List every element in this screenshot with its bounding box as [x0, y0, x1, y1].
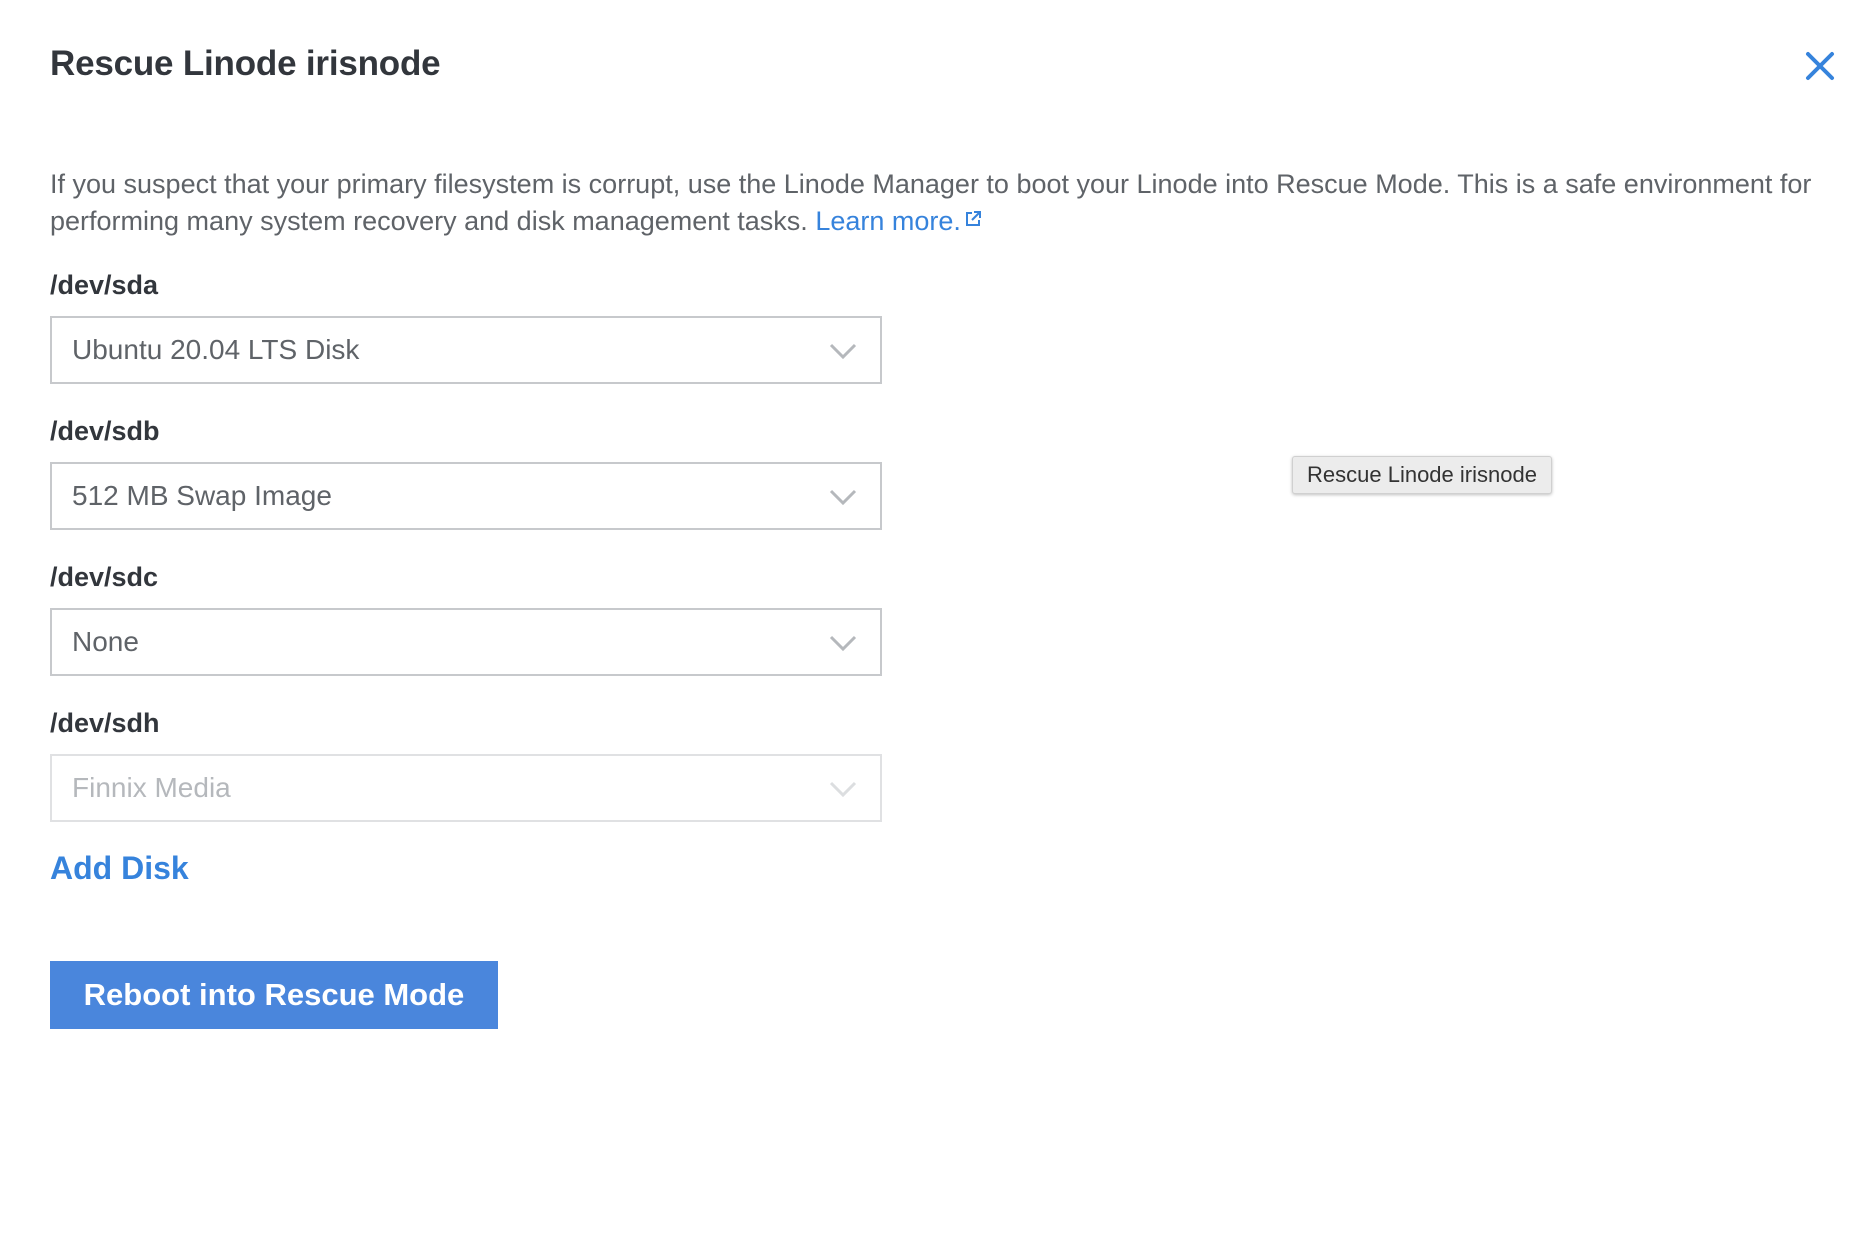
device-select-sdh: Finnix Media: [50, 754, 882, 822]
select-value: Finnix Media: [72, 772, 231, 803]
chevron-down-icon: [829, 781, 857, 798]
close-button[interactable]: [1800, 46, 1840, 86]
device-select-sdb[interactable]: 512 MB Swap Image: [50, 462, 882, 530]
add-disk-button[interactable]: Add Disk: [50, 850, 189, 887]
device-label-sda: /dev/sda: [50, 270, 159, 300]
learn-more-label: Learn more.: [815, 206, 961, 236]
chevron-down-icon: [829, 489, 857, 506]
select-value: Ubuntu 20.04 LTS Disk: [72, 334, 360, 365]
device-label-sdh: /dev/sdh: [50, 708, 160, 738]
chevron-down-icon: [829, 635, 857, 652]
learn-more-link[interactable]: Learn more.: [815, 206, 982, 236]
tooltip: Rescue Linode irisnode: [1292, 456, 1552, 494]
select-value: None: [72, 626, 139, 657]
dialog-description: If you suspect that your primary filesys…: [50, 166, 1840, 240]
device-select-sda[interactable]: Ubuntu 20.04 LTS Disk: [50, 316, 882, 384]
rescue-dialog: Rescue Linode irisnode If you suspect th…: [0, 0, 1870, 1246]
reboot-rescue-button[interactable]: Reboot into Rescue Mode: [50, 961, 498, 1029]
device-label-sdc: /dev/sdc: [50, 562, 159, 592]
close-icon: [1806, 52, 1834, 80]
select-value: 512 MB Swap Image: [72, 480, 332, 511]
external-link-icon: [965, 211, 981, 226]
device-label-sdb: /dev/sdb: [50, 416, 160, 446]
dialog-title: Rescue Linode irisnode: [50, 44, 441, 83]
device-select-sdc[interactable]: None: [50, 608, 882, 676]
chevron-down-icon: [829, 343, 857, 360]
